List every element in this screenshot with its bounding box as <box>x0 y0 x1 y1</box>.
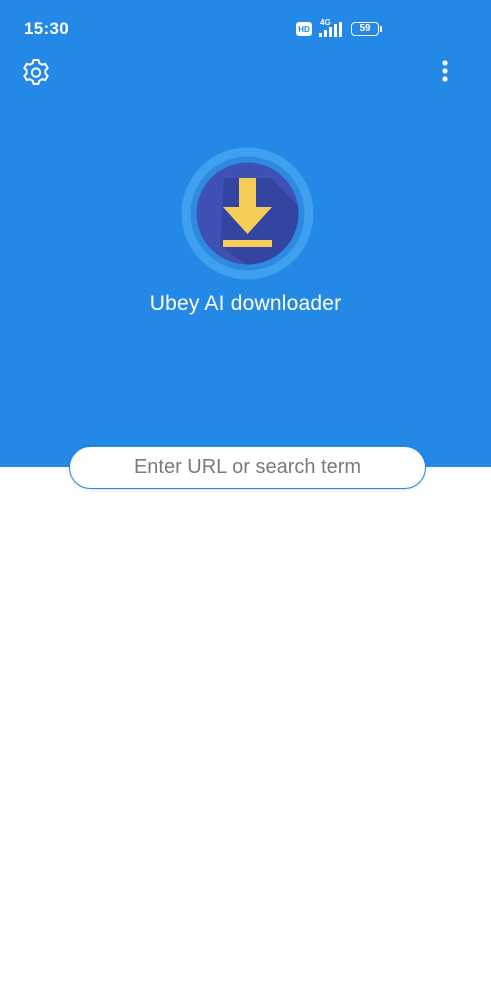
download-icon <box>181 147 314 280</box>
search-bar <box>69 446 426 489</box>
signal-icon <box>319 22 342 37</box>
more-options-button[interactable] <box>430 55 460 91</box>
app-screen: 15:30 HD 4G 59 Ubey AI downloader Enter … <box>0 0 491 1000</box>
status-bar: 15:30 HD 4G 59 <box>0 0 491 58</box>
battery-icon: 59 <box>351 22 379 36</box>
url-search-input[interactable] <box>70 447 425 488</box>
more-vert-icon <box>442 60 448 82</box>
settings-button[interactable] <box>18 55 54 91</box>
status-time: 15:30 <box>24 19 69 38</box>
gear-icon <box>23 59 49 85</box>
hd-icon: HD <box>296 22 312 36</box>
app-title: Ubey AI downloader <box>149 292 342 315</box>
battery-tip <box>380 26 382 32</box>
